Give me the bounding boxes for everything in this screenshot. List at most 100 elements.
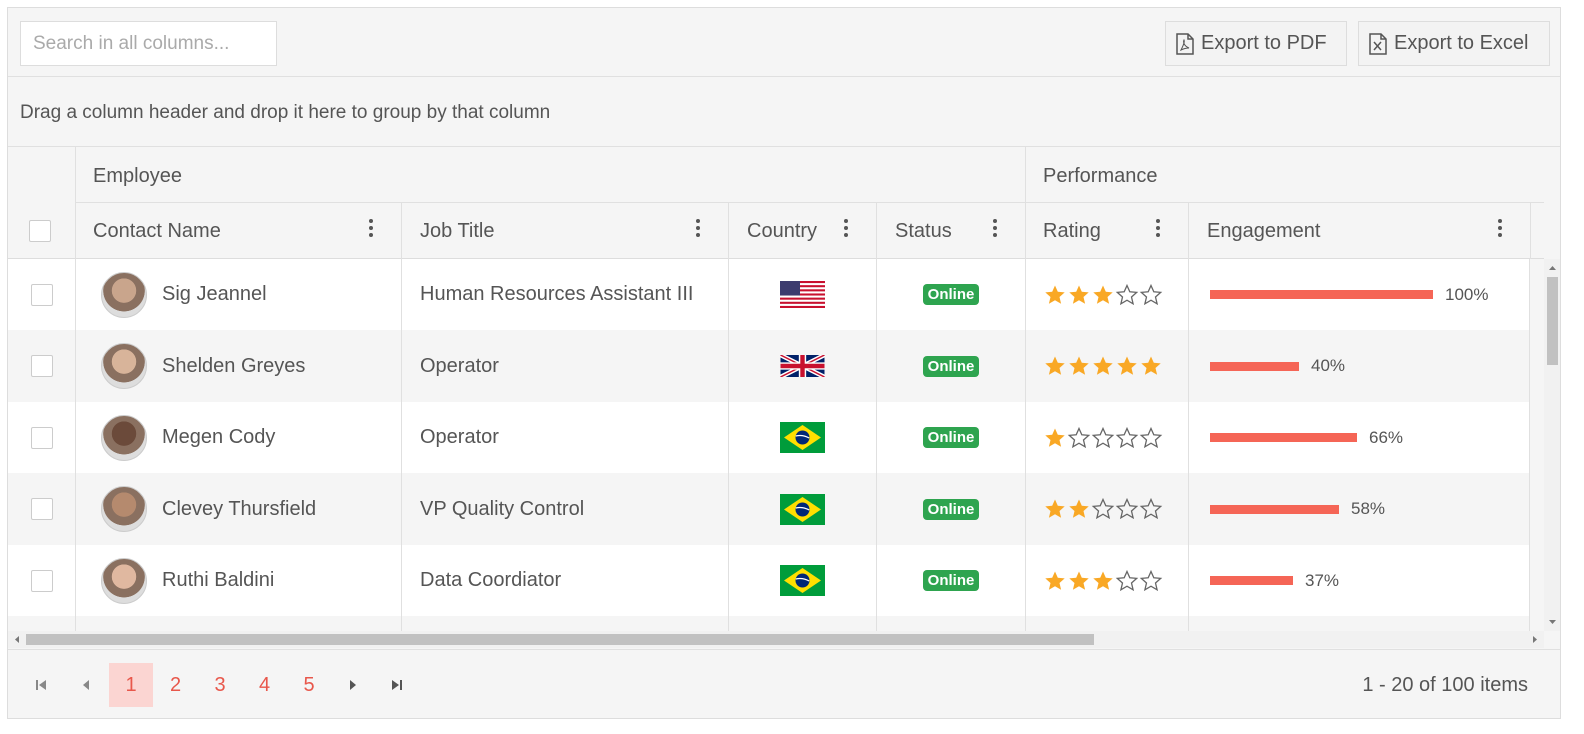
data-grid: Export to PDF Export to Excel Drag a col… <box>7 7 1561 719</box>
search-input[interactable] <box>20 21 277 66</box>
row-checkbox[interactable] <box>30 283 53 306</box>
row-checkbox[interactable] <box>30 569 53 592</box>
vertical-scrollbar[interactable] <box>1544 259 1561 631</box>
scroll-up-icon[interactable] <box>1544 261 1561 273</box>
country-flag <box>729 331 876 402</box>
scroll-right-icon[interactable] <box>1530 631 1542 648</box>
status-badge: Online <box>922 284 980 305</box>
star-icon <box>1115 426 1139 448</box>
job-title: Operator <box>420 354 499 377</box>
horizontal-scrollbar[interactable] <box>8 631 1544 648</box>
star-icon <box>1045 428 1065 447</box>
pager-info: 1 - 20 of 100 items <box>1362 674 1528 696</box>
table-row[interactable]: Ruthi Baldini Data Coordiator Online 37% <box>8 545 1530 616</box>
page-button-5[interactable]: 5 <box>287 663 331 707</box>
table-row[interactable]: Clevey Thursfield VP Quality Control Onl… <box>8 473 1530 545</box>
engagement-value: 66% <box>1369 427 1404 447</box>
star-icon <box>1091 426 1115 448</box>
avatar <box>101 271 147 318</box>
kebab-menu-icon[interactable] <box>369 219 373 240</box>
column-header-engagement[interactable]: Engagement <box>1207 220 1320 243</box>
kebab-menu-icon[interactable] <box>1498 219 1502 240</box>
brazil-flag-icon <box>780 565 825 596</box>
status-badge: Online <box>922 498 980 520</box>
engagement-value: 37% <box>1305 570 1340 590</box>
country-flag <box>729 545 876 616</box>
row-checkbox[interactable] <box>30 426 53 449</box>
engagement-value: 100% <box>1445 284 1489 304</box>
rating-stars <box>1043 354 1163 378</box>
group-by-panel[interactable]: Drag a column header and drop it here to… <box>8 77 1560 147</box>
scroll-left-icon[interactable] <box>10 631 22 648</box>
kebab-menu-icon[interactable] <box>1156 219 1160 240</box>
previous-page-button[interactable] <box>64 663 108 707</box>
star-icon <box>1069 356 1089 375</box>
page-button-3[interactable]: 3 <box>198 663 242 707</box>
star-icon <box>1093 356 1113 375</box>
engagement-value: 40% <box>1311 356 1346 375</box>
star-icon <box>1139 497 1163 520</box>
rating-stars <box>1043 569 1163 593</box>
avatar <box>101 343 147 389</box>
engagement-value: 58% <box>1351 499 1386 518</box>
star-icon <box>1117 356 1137 375</box>
country-flag <box>729 402 876 473</box>
export-pdf-label: Export to PDF <box>1201 32 1327 54</box>
star-icon <box>1139 569 1163 591</box>
grid-toolbar: Export to PDF Export to Excel <box>8 8 1560 77</box>
avatar <box>101 414 147 461</box>
star-icon <box>1091 497 1115 520</box>
export-pdf-button[interactable]: Export to PDF <box>1165 21 1347 66</box>
contact-name: Ruthi Baldini <box>162 569 275 591</box>
table-row[interactable]: Megen Cody Operator Online 66% <box>8 402 1530 473</box>
column-header-rating[interactable]: Rating <box>1043 220 1101 243</box>
row-checkbox[interactable] <box>30 498 53 520</box>
select-all-checkbox[interactable] <box>29 220 51 242</box>
rating-stars <box>1043 283 1163 307</box>
next-page-icon <box>350 680 356 690</box>
job-title: Data Coordiator <box>420 569 562 591</box>
rating-stars <box>1043 497 1163 521</box>
kebab-menu-icon[interactable] <box>844 219 848 240</box>
job-title: Operator <box>420 426 499 448</box>
status-badge: Online <box>922 355 980 377</box>
vertical-scrollbar-thumb[interactable] <box>1547 277 1558 365</box>
page-button-4[interactable]: 4 <box>243 663 287 707</box>
table-row[interactable]: Sig Jeannel Human Resources Assistant II… <box>8 259 1530 330</box>
column-header-contact-name[interactable]: Contact Name <box>93 220 221 243</box>
pager: 12345 1 - 20 of 100 items <box>8 649 1560 718</box>
status-badge: Online <box>922 570 980 591</box>
kebab-menu-icon[interactable] <box>696 219 700 240</box>
job-title: VP Quality Control <box>420 497 585 520</box>
star-icon <box>1115 283 1139 305</box>
group-by-hint: Drag a column header and drop it here to… <box>20 102 551 123</box>
export-excel-button[interactable]: Export to Excel <box>1358 21 1550 66</box>
us-flag-icon <box>780 281 825 308</box>
kebab-menu-icon[interactable] <box>993 219 997 240</box>
scroll-down-icon[interactable] <box>1544 617 1561 629</box>
table-row[interactable]: Shelden Greyes Operator Online 40% <box>8 330 1530 402</box>
first-page-button[interactable] <box>19 663 63 707</box>
column-header-country[interactable]: Country <box>747 220 817 243</box>
star-icon <box>1069 499 1089 518</box>
next-page-button[interactable] <box>331 663 375 707</box>
star-icon <box>1093 571 1113 590</box>
excel-file-icon <box>1369 32 1387 55</box>
export-excel-label: Export to Excel <box>1394 32 1529 54</box>
contact-name: Megen Cody <box>162 426 276 448</box>
page-button-2[interactable]: 2 <box>154 663 198 707</box>
star-icon <box>1069 571 1089 590</box>
row-checkbox[interactable] <box>30 355 53 377</box>
page-button-1[interactable]: 1 <box>109 663 153 707</box>
brazil-flag-icon <box>780 493 825 525</box>
column-header-status[interactable]: Status <box>895 220 952 243</box>
last-page-button[interactable] <box>375 663 419 707</box>
engagement-bar <box>1210 433 1357 442</box>
engagement-bar <box>1210 361 1299 371</box>
star-icon <box>1093 285 1113 304</box>
column-group-performance: Performance <box>1043 165 1158 187</box>
star-icon <box>1067 426 1091 448</box>
table-row[interactable] <box>8 616 1530 631</box>
horizontal-scrollbar-thumb[interactable] <box>26 634 1094 645</box>
column-header-job-title[interactable]: Job Title <box>420 220 494 243</box>
